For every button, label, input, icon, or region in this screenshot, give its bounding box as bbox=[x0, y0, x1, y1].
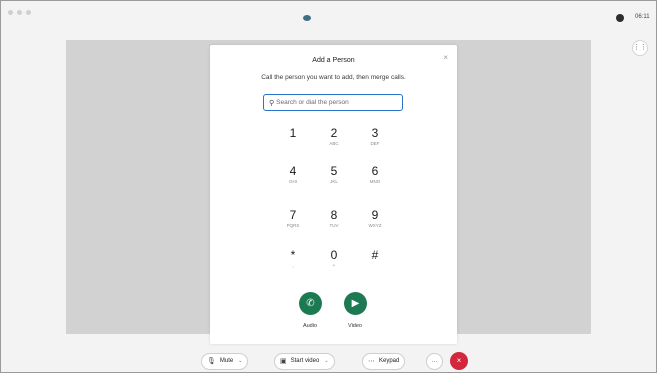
key-digit: 9 bbox=[371, 208, 379, 222]
key-letters: PQRS bbox=[286, 223, 300, 228]
key-letters: JKL bbox=[330, 179, 338, 184]
keypad-key-hash[interactable]: # bbox=[355, 249, 395, 269]
search-icon: ⚲ bbox=[269, 99, 275, 107]
key-letters: ABC bbox=[329, 141, 339, 146]
keypad-button[interactable]: ⋯ Keypad bbox=[362, 352, 406, 370]
avatar[interactable] bbox=[616, 14, 624, 22]
dialog-subtitle: Call the person you want to add, then me… bbox=[261, 74, 406, 81]
video-call-button[interactable]: ▶ bbox=[344, 292, 367, 315]
end-call-control[interactable]: × bbox=[450, 352, 468, 370]
mute-button[interactable]: 🎙 Mute ⌄ bbox=[201, 352, 249, 370]
mute-label: Mute bbox=[219, 358, 234, 364]
key-digit: 8 bbox=[330, 208, 338, 222]
camera-off-icon: ▣ bbox=[280, 358, 287, 365]
audio-call-label: Audio bbox=[302, 323, 318, 329]
key-digit: 6 bbox=[371, 164, 379, 178]
key-digit: 4 bbox=[289, 164, 297, 178]
chevron-down-icon[interactable]: ⌄ bbox=[324, 358, 328, 364]
video-icon: ▶ bbox=[351, 298, 360, 309]
window-controls[interactable] bbox=[8, 10, 31, 15]
keypad-key-3[interactable]: 3 DEF bbox=[355, 127, 395, 147]
key-letters: TUV bbox=[329, 223, 339, 228]
more-control[interactable]: … bbox=[426, 352, 443, 370]
search-field[interactable]: ⚲ bbox=[263, 94, 403, 111]
key-digit: 0 bbox=[330, 248, 338, 262]
key-digit: 5 bbox=[330, 164, 338, 178]
app-logo-icon bbox=[303, 15, 311, 21]
key-letters: + bbox=[332, 263, 336, 268]
dialog-title: Add a Person bbox=[312, 57, 355, 64]
video-call-label: Video bbox=[348, 323, 362, 329]
keypad-icon: ⋯ bbox=[368, 358, 375, 365]
phone-icon: ✆ bbox=[306, 298, 315, 309]
keypad-key-4[interactable]: 4 GHI bbox=[273, 165, 313, 185]
keypad-label: Keypad bbox=[379, 358, 400, 364]
key-letters: GHI bbox=[288, 179, 297, 184]
keypad-key-1[interactable]: 1 bbox=[273, 127, 313, 147]
mute-control[interactable]: 🎙 Mute ⌄ bbox=[201, 352, 249, 370]
key-digit: 1 bbox=[289, 126, 297, 140]
keypad-key-5[interactable]: 5 JKL bbox=[314, 165, 354, 185]
key-digit: * bbox=[290, 248, 296, 262]
key-digit: 7 bbox=[289, 208, 297, 222]
key-letters bbox=[355, 263, 395, 269]
add-person-dialog: Add a Person × Call the person you want … bbox=[210, 45, 457, 344]
end-call-button[interactable]: × bbox=[450, 352, 468, 370]
keypad-control[interactable]: ⋯ Keypad bbox=[362, 352, 406, 370]
keypad-key-9[interactable]: 9 WXYZ bbox=[355, 209, 395, 229]
keypad-key-8[interactable]: 8 TUV bbox=[314, 209, 354, 229]
key-digit: 2 bbox=[330, 126, 338, 140]
clock: 06:11 bbox=[635, 14, 650, 20]
start-video-label: Start video bbox=[290, 358, 320, 364]
keypad-key-2[interactable]: 2 ABC bbox=[314, 127, 354, 147]
microphone-icon: 🎙 bbox=[207, 358, 216, 365]
keypad-key-0[interactable]: 0 + bbox=[314, 249, 354, 269]
audio-call-button[interactable]: ✆ bbox=[299, 292, 322, 315]
grid-icon[interactable]: ⋮⋮ bbox=[632, 40, 648, 56]
key-letters: WXYZ bbox=[368, 223, 382, 228]
keypad-key-7[interactable]: 7 PQRS bbox=[273, 209, 313, 229]
key-letters bbox=[273, 141, 313, 147]
key-letters: , bbox=[292, 263, 294, 268]
start-video-button[interactable]: ▣ Start video ⌄ bbox=[274, 352, 335, 370]
key-digit: 3 bbox=[371, 126, 379, 140]
keypad-key-6[interactable]: 6 MNO bbox=[355, 165, 395, 185]
keypad-key-star[interactable]: * , bbox=[273, 249, 313, 269]
key-digit: # bbox=[371, 248, 379, 262]
video-control[interactable]: ▣ Start video ⌄ bbox=[274, 352, 335, 370]
chevron-down-icon[interactable]: ⌄ bbox=[238, 358, 242, 364]
search-input[interactable] bbox=[276, 99, 392, 106]
key-letters: MNO bbox=[369, 179, 381, 184]
close-icon[interactable]: × bbox=[443, 53, 448, 62]
more-options-button[interactable]: … bbox=[426, 352, 443, 370]
key-letters: DEF bbox=[370, 141, 380, 146]
